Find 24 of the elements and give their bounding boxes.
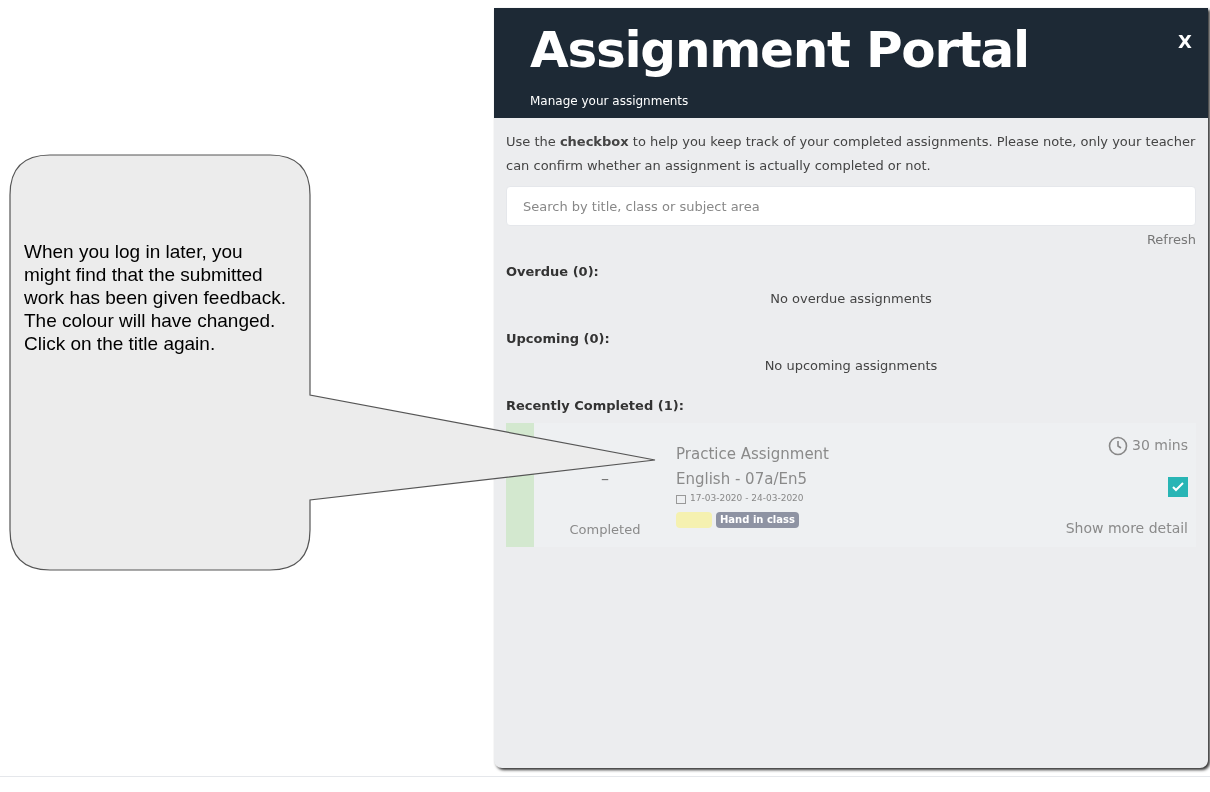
section-heading: Overdue (0): [506, 262, 600, 281]
portal-title: Assignment Portal [530, 20, 1030, 80]
assignment-title[interactable]: Practice Assignment [676, 443, 829, 466]
callout-text: When you log in later, you might find that the submitted work has been given feedback. The colour will have changed. Click on the title again. [24, 240, 287, 355]
clock-icon [1108, 435, 1129, 456]
calendar-icon [676, 493, 686, 504]
refresh-link[interactable]: Refresh [1146, 230, 1196, 250]
search-field[interactable]: Search by title, class or subject area [506, 186, 1196, 226]
close-button[interactable]: X [1178, 28, 1192, 55]
section-heading: Upcoming (0): [506, 329, 611, 348]
tag: Hand in class [716, 511, 799, 528]
status-text: Completed [569, 520, 641, 539]
portal-subtitle: Manage your assignments [530, 93, 690, 110]
completed-checkbox[interactable] [1168, 477, 1188, 497]
mark-text: – [601, 468, 609, 490]
assignment-dates: 17-03-2020 - 24-03-2020 [690, 492, 804, 505]
empty-message: No upcoming assignments [764, 357, 938, 375]
check-icon [1171, 480, 1185, 494]
section-heading: Recently Completed (1): [506, 396, 685, 415]
empty-message: No overdue assignments [770, 290, 932, 308]
intro-text: Use the checkbox to help you keep track of your completed assignments. Please note, only your teacher can confirm whether an assignment is actually completed or not. [506, 133, 1196, 175]
duration-text: 30 mins [1132, 436, 1188, 455]
assignment-subject: English - 07a/En5 [676, 468, 807, 490]
show-more-link[interactable]: Show more detail [1065, 518, 1188, 539]
